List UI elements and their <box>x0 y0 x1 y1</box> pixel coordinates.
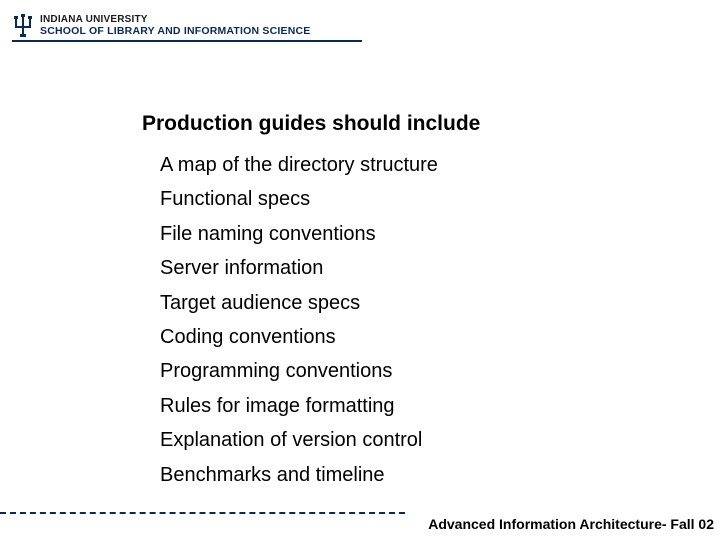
slide: INDIANA UNIVERSITY SCHOOL OF LIBRARY AND… <box>0 0 720 540</box>
content-block: Production guides should include A map o… <box>142 112 582 492</box>
list-item: Server information <box>160 251 582 285</box>
brand-line-2: SCHOOL OF LIBRARY AND INFORMATION SCIENC… <box>40 26 311 37</box>
list-item: Coding conventions <box>160 320 582 354</box>
trident-icon <box>12 13 34 39</box>
list-item: File naming conventions <box>160 217 582 251</box>
list-item: Benchmarks and timeline <box>160 458 582 492</box>
list-item: Rules for image formatting <box>160 389 582 423</box>
list-item: Explanation of version control <box>160 423 582 457</box>
footer-text: Advanced Information Architecture- Fall … <box>428 516 714 532</box>
list-item: A map of the directory structure <box>160 148 582 182</box>
footer-rule <box>0 512 405 514</box>
list-item: Functional specs <box>160 182 582 216</box>
list-item: Programming conventions <box>160 354 582 388</box>
brand-text: INDIANA UNIVERSITY SCHOOL OF LIBRARY AND… <box>40 15 311 37</box>
content-heading: Production guides should include <box>142 112 582 136</box>
brand-underline <box>12 40 362 42</box>
brand-block: INDIANA UNIVERSITY SCHOOL OF LIBRARY AND… <box>12 13 311 39</box>
list-item: Target audience specs <box>160 286 582 320</box>
